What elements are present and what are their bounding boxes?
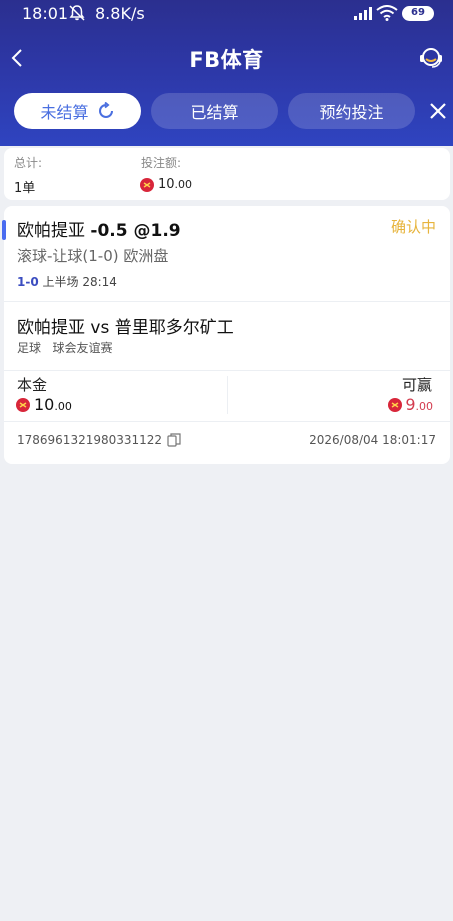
bet-market: 滚球-让球(1-0) 欧洲盘	[17, 247, 169, 265]
column-separator	[227, 376, 228, 414]
live-time: 上半场 28:14	[42, 275, 117, 289]
tab-unsettled-label: 未结算	[40, 103, 89, 122]
stake-value: 10.00	[34, 395, 72, 414]
order-id: 1786961321980331122	[17, 433, 181, 447]
battery-indicator: 69	[402, 6, 434, 21]
network-speed: 8.8K/s	[95, 4, 145, 23]
divider	[4, 421, 450, 422]
selection-team: 欧帕提亚	[17, 221, 85, 241]
live-info: 1-0 上半场 28:14	[17, 273, 117, 290]
potential-win-value: 9.00	[405, 395, 433, 414]
currency-coin-icon	[388, 398, 402, 412]
currency-coin-icon	[16, 398, 30, 412]
tab-settled[interactable]: 已结算	[151, 93, 278, 129]
stake-total-value: 10.00	[158, 177, 193, 192]
tab-settled-label: 已结算	[190, 103, 239, 122]
bet-selection: 欧帕提亚 -0.5 @1.9	[17, 216, 181, 241]
bell-off-icon	[69, 5, 85, 21]
match-title: 欧帕提亚 vs 普里耶多尔矿工	[17, 318, 234, 338]
sport-name: 足球	[17, 341, 42, 355]
stake-label: 本金	[17, 376, 48, 394]
customer-service-icon[interactable]	[418, 44, 444, 70]
bet-tabs: 未结算 已结算 预约投注	[0, 93, 453, 131]
tab-unsettled[interactable]: 未结算	[14, 93, 141, 129]
live-score: 1-0	[17, 275, 39, 289]
tab-scheduled-label: 预约投注	[319, 103, 384, 122]
page-title: FB体育	[189, 48, 264, 72]
currency-coin-icon	[140, 178, 154, 192]
league-name: 球会友谊赛	[52, 341, 113, 355]
bet-summary: 总计: 1单 投注额: 10.00	[4, 148, 450, 200]
card-accent-bar	[2, 220, 6, 240]
close-icon[interactable]	[428, 101, 448, 121]
wifi-icon	[376, 5, 398, 21]
divider	[4, 301, 450, 302]
order-id-text: 1786961321980331122	[17, 433, 163, 447]
potential-win-label: 可赢	[401, 376, 432, 394]
bet-status: 确认中	[390, 218, 436, 236]
total-label: 总计:	[14, 156, 43, 170]
status-bar: 18:01 8.8K/s 69	[0, 0, 453, 28]
signal-icon	[354, 7, 372, 20]
refresh-icon[interactable]	[97, 102, 115, 120]
divider	[4, 370, 450, 371]
selection-odds: -0.5 @1.9	[90, 221, 181, 241]
nav-bar: FB体育	[0, 36, 453, 80]
copy-icon[interactable]	[167, 433, 181, 447]
stake-total-label: 投注额:	[141, 156, 182, 170]
tab-scheduled[interactable]: 预约投注	[288, 93, 415, 129]
status-time: 18:01	[22, 4, 69, 23]
match-league: 足球 球会友谊赛	[17, 339, 112, 356]
total-value: 1单	[14, 181, 36, 196]
bet-card[interactable]: 欧帕提亚 -0.5 @1.9 确认中 滚球-让球(1-0) 欧洲盘 1-0 上半…	[2, 206, 450, 464]
bet-datetime: 2026/08/04 18:01:17	[309, 433, 436, 447]
